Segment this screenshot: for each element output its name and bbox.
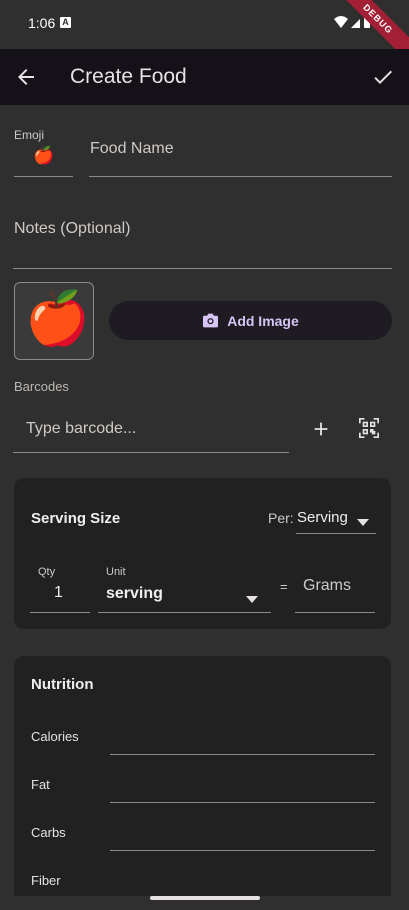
per-value: Serving — [297, 509, 348, 526]
qty-input[interactable]: 1 — [54, 584, 63, 602]
barcode-underline — [13, 452, 289, 453]
apple-image: 🍎 — [25, 290, 90, 348]
qr-scan-icon[interactable] — [358, 417, 380, 444]
emoji-value[interactable]: 🍎 — [33, 146, 54, 166]
food-name-input[interactable]: Food Name — [90, 140, 174, 158]
status-time: 1:06 — [28, 15, 56, 31]
food-image[interactable]: 🍎 — [14, 282, 94, 360]
per-label: Per: — [268, 510, 294, 526]
app-bar: Create Food — [0, 49, 409, 105]
notes-underline — [13, 268, 392, 269]
add-image-label: Add Image — [227, 312, 299, 329]
add-barcode-icon[interactable] — [310, 418, 332, 445]
unit-value: serving — [106, 585, 163, 602]
page-title: Create Food — [70, 65, 187, 88]
carbs-input[interactable] — [110, 850, 375, 851]
gesture-nav-handle[interactable] — [150, 896, 260, 900]
unit-chevron-down-icon — [246, 591, 258, 609]
calories-label: Calories — [31, 729, 79, 744]
grams-underline — [295, 612, 375, 613]
fiber-label: Fiber — [31, 873, 61, 888]
qty-underline — [30, 612, 90, 613]
grams-input[interactable]: Grams — [303, 577, 351, 595]
camera-icon — [203, 313, 219, 328]
food-name-underline — [89, 176, 392, 177]
barcodes-label: Barcodes — [14, 379, 69, 394]
nutrition-card: Nutrition — [14, 656, 391, 896]
add-image-button[interactable]: Add Image — [109, 301, 392, 340]
nutrition-title: Nutrition — [31, 676, 94, 693]
unit-dropdown[interactable]: serving — [98, 582, 271, 613]
calories-input[interactable] — [110, 754, 375, 755]
per-dropdown[interactable]: Serving — [296, 508, 376, 534]
back-arrow-icon[interactable] — [14, 65, 38, 94]
emoji-underline — [14, 176, 73, 177]
emoji-label: Emoji — [14, 128, 45, 142]
equals-sign: = — [280, 579, 288, 594]
unit-label: Unit — [106, 566, 126, 578]
serving-size-title: Serving Size — [31, 510, 121, 527]
serving-size-card: Serving Size Per: Serving Qty 1 Unit ser… — [14, 478, 391, 629]
barcode-input[interactable]: Type barcode... — [26, 420, 136, 438]
carbs-label: Carbs — [31, 825, 66, 840]
notification-a-icon: A — [60, 17, 71, 28]
check-icon[interactable] — [371, 65, 395, 94]
fat-input[interactable] — [110, 802, 375, 803]
notes-input[interactable]: Notes (Optional) — [14, 220, 131, 238]
status-bar: 1:06 A DEBUG — [0, 0, 409, 65]
fat-label: Fat — [31, 777, 50, 792]
chevron-down-icon — [357, 514, 369, 532]
qty-label: Qty — [38, 566, 56, 578]
